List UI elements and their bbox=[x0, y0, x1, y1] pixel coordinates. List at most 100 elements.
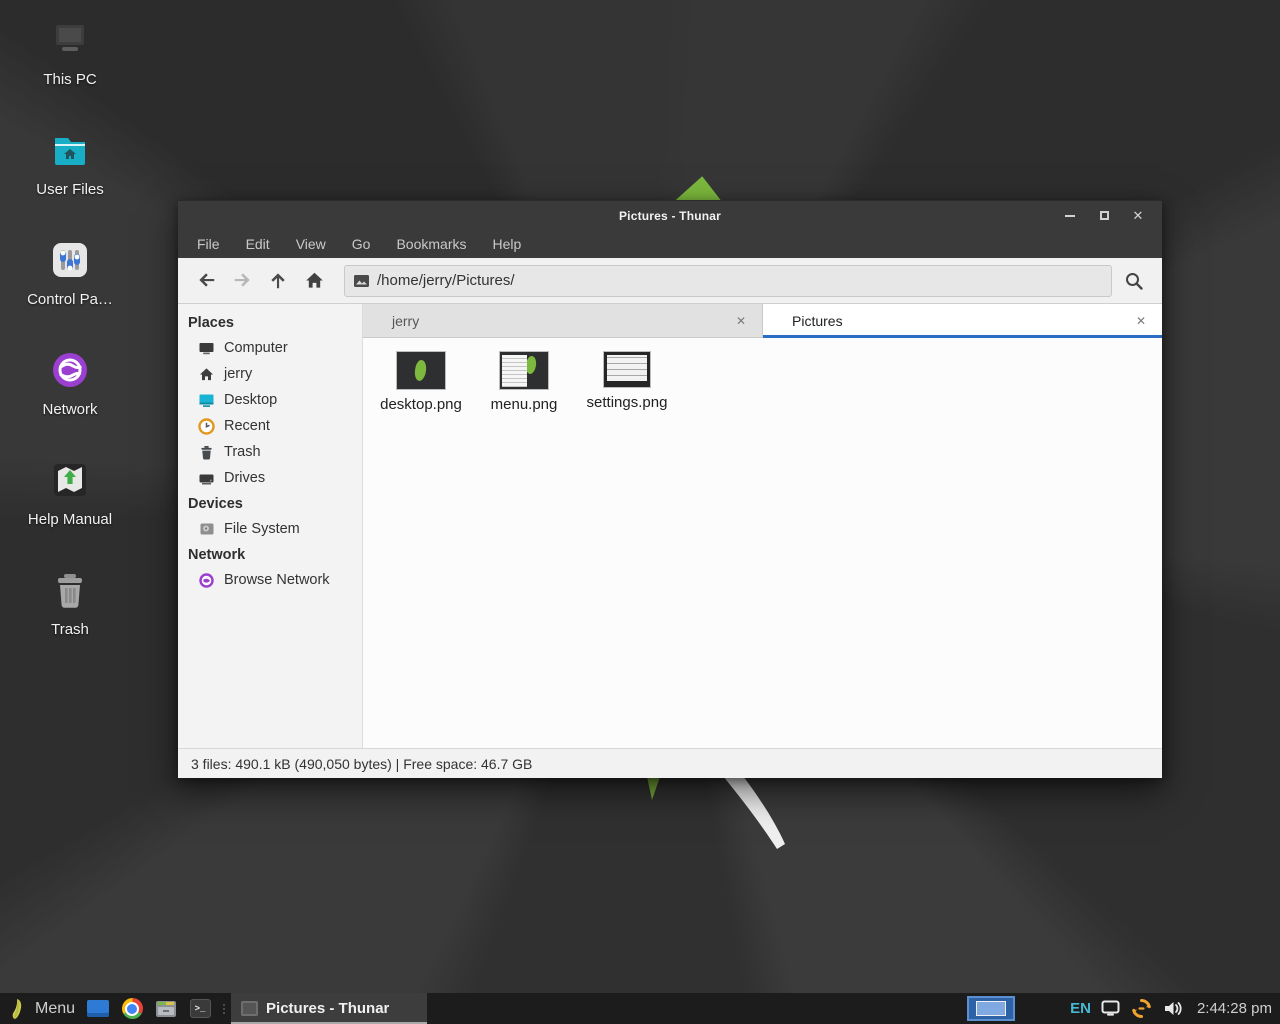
menu-view[interactable]: View bbox=[285, 233, 337, 255]
show-desktop-launcher[interactable] bbox=[86, 997, 110, 1021]
minimize-button[interactable] bbox=[1060, 206, 1080, 226]
taskbar-right: EN 2:44:28 pm bbox=[967, 996, 1272, 1021]
computer-icon bbox=[198, 340, 215, 357]
menu-button-label: Menu bbox=[35, 1000, 75, 1018]
search-icon bbox=[1124, 271, 1144, 291]
desktop-icon-label: Control Pa… bbox=[27, 291, 113, 308]
terminal-icon: >_ bbox=[190, 999, 211, 1018]
desktop-icon-label: Trash bbox=[51, 621, 89, 638]
status-text: 3 files: 490.1 kB (490,050 bytes) | Free… bbox=[191, 756, 532, 772]
sidebar: Places Computer jerry Desktop bbox=[178, 304, 363, 748]
up-arrow-icon bbox=[269, 271, 288, 290]
sidebar-item-drives[interactable]: Drives bbox=[178, 465, 362, 491]
taskbar: Menu >_ Pictures - Thunar EN bbox=[0, 993, 1280, 1024]
up-button[interactable] bbox=[260, 264, 296, 298]
home-folder-icon bbox=[48, 128, 92, 172]
image-thumbnail bbox=[604, 352, 650, 387]
trash-icon bbox=[198, 444, 215, 461]
desktop-icon bbox=[198, 392, 215, 409]
tab-label: jerry bbox=[392, 313, 419, 329]
tasklist-handle[interactable] bbox=[220, 997, 228, 1021]
workspace-window-preview bbox=[976, 1001, 1006, 1016]
file-desktop-png[interactable]: desktop.png bbox=[373, 348, 469, 413]
display-tray-icon[interactable] bbox=[1100, 998, 1122, 1020]
applications-menu-button[interactable]: Menu bbox=[4, 993, 81, 1024]
hard-disk-icon bbox=[198, 521, 215, 538]
content-pane: jerry ✕ Pictures ✕ desktop.png bbox=[363, 304, 1162, 748]
sidebar-item-desktop[interactable]: Desktop bbox=[178, 387, 362, 413]
taskbar-task-pictures-thunar[interactable]: Pictures - Thunar bbox=[231, 993, 427, 1024]
computer-icon bbox=[48, 18, 92, 62]
toolbar: /home/jerry/Pictures/ bbox=[178, 258, 1162, 304]
file-list[interactable]: desktop.png menu.png settings.png bbox=[363, 338, 1162, 748]
workspace-switcher[interactable] bbox=[967, 996, 1015, 1021]
sidebar-item-recent[interactable]: Recent bbox=[178, 413, 362, 439]
desktop-icon-label: User Files bbox=[36, 181, 104, 198]
file-settings-png[interactable]: settings.png bbox=[579, 348, 675, 411]
globe-icon bbox=[48, 348, 92, 392]
maximize-button[interactable] bbox=[1094, 206, 1114, 226]
search-button[interactable] bbox=[1116, 264, 1152, 298]
image-thumbnail bbox=[500, 352, 548, 389]
home-icon bbox=[198, 366, 215, 383]
sidebar-item-label: File System bbox=[224, 521, 300, 537]
desktop-icon-user-files[interactable]: User Files bbox=[10, 118, 130, 228]
terminal-launcher[interactable]: >_ bbox=[188, 997, 212, 1021]
window-controls: ✕ bbox=[1060, 206, 1162, 226]
sidebar-item-label: Computer bbox=[224, 340, 288, 356]
image-thumbnail bbox=[397, 352, 445, 389]
desktop-icon-control-panel[interactable]: Control Pa… bbox=[10, 228, 130, 338]
home-icon bbox=[305, 271, 324, 290]
tab-pictures[interactable]: Pictures ✕ bbox=[763, 304, 1162, 337]
chrome-launcher[interactable] bbox=[120, 997, 144, 1021]
desktop-icon-network[interactable]: Network bbox=[10, 338, 130, 448]
wallpaper-logo-white-blade bbox=[713, 772, 797, 854]
sidebar-header-devices: Devices bbox=[178, 491, 362, 516]
desktop-icon-this-pc[interactable]: This PC bbox=[10, 8, 130, 118]
forward-button[interactable] bbox=[224, 264, 260, 298]
sidebar-item-browse-network[interactable]: Browse Network bbox=[178, 567, 362, 593]
sidebar-item-trash[interactable]: Trash bbox=[178, 439, 362, 465]
sidebar-item-label: jerry bbox=[224, 366, 252, 382]
path-text: /home/jerry/Pictures/ bbox=[377, 272, 515, 289]
file-name: settings.png bbox=[587, 394, 668, 411]
desktop-icon-column: This PC User Files bbox=[0, 8, 140, 668]
sidebar-item-jerry[interactable]: jerry bbox=[178, 361, 362, 387]
desktop-icon-trash[interactable]: Trash bbox=[10, 558, 130, 668]
file-menu-png[interactable]: menu.png bbox=[476, 348, 572, 413]
update-manager-tray-icon[interactable] bbox=[1131, 998, 1153, 1020]
home-button[interactable] bbox=[296, 264, 332, 298]
window-titlebar[interactable]: Pictures - Thunar ✕ bbox=[178, 200, 1162, 230]
desktop-icon-label: Help Manual bbox=[28, 511, 112, 528]
back-button[interactable] bbox=[188, 264, 224, 298]
tab-close-icon[interactable]: ✕ bbox=[1132, 312, 1150, 330]
sidebar-item-label: Drives bbox=[224, 470, 265, 486]
desktop-icon-help-manual[interactable]: Help Manual bbox=[10, 448, 130, 558]
menu-edit[interactable]: Edit bbox=[235, 233, 281, 255]
file-cabinet-icon bbox=[155, 999, 177, 1019]
keyboard-layout-indicator[interactable]: EN bbox=[1070, 1000, 1091, 1017]
forward-arrow-icon bbox=[233, 271, 252, 290]
menu-help[interactable]: Help bbox=[482, 233, 533, 255]
desktop-icon-label: This PC bbox=[43, 71, 96, 88]
desktop-icon-label: Network bbox=[42, 401, 97, 418]
task-label: Pictures - Thunar bbox=[266, 1000, 389, 1017]
volume-tray-icon[interactable] bbox=[1162, 998, 1184, 1020]
sidebar-item-computer[interactable]: Computer bbox=[178, 335, 362, 361]
path-bar[interactable]: /home/jerry/Pictures/ bbox=[344, 265, 1112, 297]
tab-close-icon[interactable]: ✕ bbox=[732, 312, 750, 330]
sidebar-item-file-system[interactable]: File System bbox=[178, 516, 362, 542]
sidebar-item-label: Desktop bbox=[224, 392, 277, 408]
sidebar-header-network: Network bbox=[178, 542, 362, 567]
menu-go[interactable]: Go bbox=[341, 233, 382, 255]
window-main: Places Computer jerry Desktop bbox=[178, 304, 1162, 748]
thunar-window: Pictures - Thunar ✕ File Edit View Go Bo… bbox=[178, 200, 1162, 778]
close-button[interactable]: ✕ bbox=[1128, 206, 1148, 226]
sidebar-header-places: Places bbox=[178, 310, 362, 335]
menu-file[interactable]: File bbox=[186, 233, 231, 255]
taskbar-clock[interactable]: 2:44:28 pm bbox=[1197, 1000, 1272, 1017]
tab-jerry[interactable]: jerry ✕ bbox=[363, 304, 763, 337]
sidebar-item-label: Recent bbox=[224, 418, 270, 434]
menu-bookmarks[interactable]: Bookmarks bbox=[385, 233, 477, 255]
file-manager-launcher[interactable] bbox=[154, 997, 178, 1021]
